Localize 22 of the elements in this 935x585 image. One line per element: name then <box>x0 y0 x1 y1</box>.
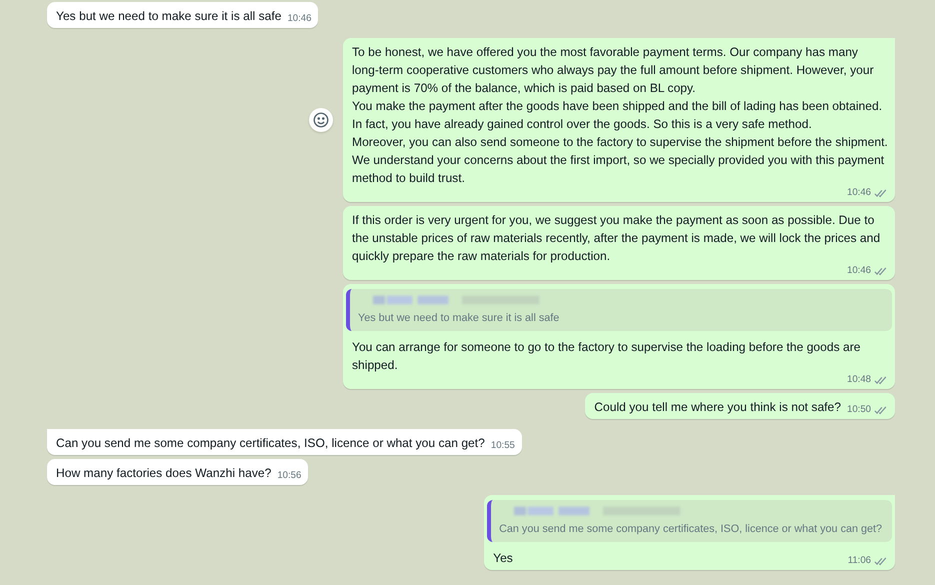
message-time: 10:48 <box>846 374 871 386</box>
message-time: 10:46 <box>287 13 312 25</box>
smiley-icon <box>312 111 330 129</box>
message-time: 10:56 <box>277 470 302 482</box>
message-text: How many factories does Wanzhi have? <box>56 465 272 482</box>
message-time: 10:46 <box>846 187 871 199</box>
message-text: Yes <box>493 550 513 567</box>
message-time: 10:46 <box>846 265 871 277</box>
message-text: Yes but we need to make sure it is all safe <box>56 8 282 25</box>
quoted-message[interactable]: Can you send me some company certificates, ISO, licence or what you can get? <box>487 500 892 542</box>
emoji-reaction-button[interactable] <box>309 108 333 132</box>
message-time: 11:06 <box>848 555 871 567</box>
quoted-text: Can you send me some company certificates, ISO, licence or what you can get? <box>499 522 882 536</box>
message-text: To be honest, we have offered you the most favorable payment terms. Our company has many long-term cooperative customers who always pay the full amount before shipment. However, your payment is 70% of the balance, which is paid based on BL copy. You make the payment after the goods have been shipped and the bill of lading has been obtained. In fact, you have already gained control over the goods. So this is a very safe method. Moreover, you can also send someone to the factory to supervise the shipment before the shipment. We understand your concerns about the first import, so we specially provided you with this payment method to build trust. <box>352 44 888 187</box>
message-text: You can arrange for someone to go to the factory to supervise the loading before the goods are shipped. <box>352 339 862 374</box>
message-text: Can you send me some company certificates, ISO, licence or what you can get? <box>56 435 485 452</box>
quoted-text: Yes but we need to make sure it is all safe <box>358 311 560 325</box>
message-time: 10:50 <box>846 404 871 416</box>
quoted-message[interactable]: Yes but we need to make sure it is all safe <box>346 289 892 331</box>
message-time: 10:55 <box>490 440 515 452</box>
message-text: If this order is very urgent for you, we suggest you make the payment as soon as possible. Due to the unstable prices of raw materials recently, after the payment is made, we will lock the prices and quickly prepare the raw materials for production. <box>352 212 882 265</box>
message-text: Could you tell me where you think is not safe? <box>594 399 841 416</box>
